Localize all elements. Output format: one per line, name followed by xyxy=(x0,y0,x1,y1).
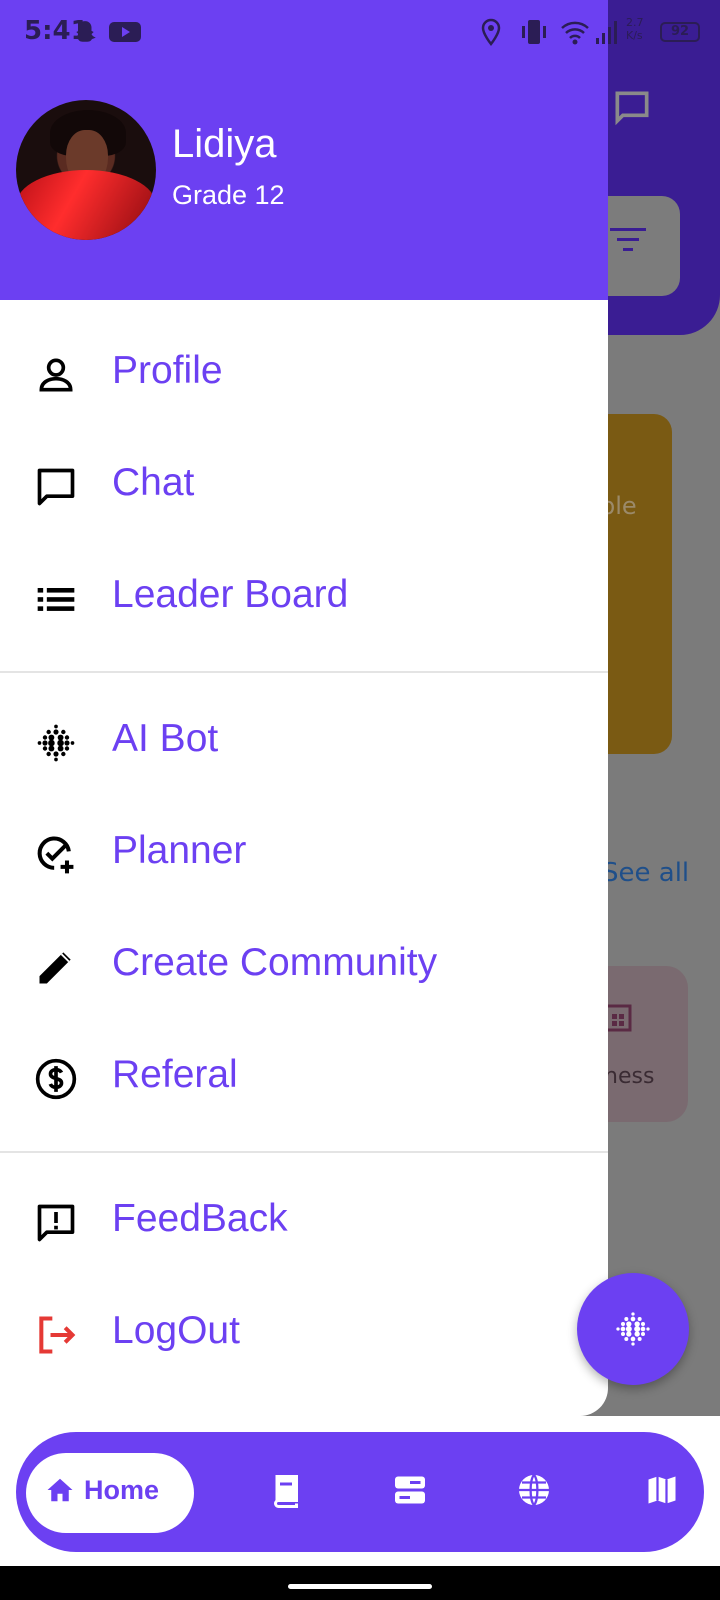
gesture-handle[interactable] xyxy=(288,1584,432,1589)
menu-item-ai-bot[interactable]: AI Bot xyxy=(0,691,608,791)
vibrate-icon xyxy=(522,20,546,44)
menu-item-label: LogOut xyxy=(112,1309,240,1352)
menu-item-feedback[interactable]: FeedBack xyxy=(0,1171,608,1271)
feedback-icon xyxy=(37,1204,75,1242)
home-icon xyxy=(47,1478,73,1502)
menu-item-label: FeedBack xyxy=(112,1197,288,1240)
youtube-icon xyxy=(109,22,141,42)
book-icon[interactable] xyxy=(268,1472,304,1508)
menu-item-label: Profile xyxy=(112,349,223,392)
menu-item-create-community[interactable]: Create Community xyxy=(0,915,608,1015)
nav-home-label: Home xyxy=(84,1475,160,1505)
menu-item-leader-board[interactable]: Leader Board xyxy=(0,547,608,647)
filter-icon xyxy=(610,228,646,251)
person-icon xyxy=(39,358,73,392)
status-bar: 5:41 2.7 K/s 92 xyxy=(0,0,720,64)
dollar-icon xyxy=(35,1058,77,1100)
menu-item-label: Create Community xyxy=(112,941,438,984)
menu-item-profile[interactable]: Profile xyxy=(0,323,608,423)
map-icon[interactable] xyxy=(644,1472,680,1508)
list-icon xyxy=(37,588,75,611)
menu-item-label: Leader Board xyxy=(112,573,349,616)
navigation-drawer: Lidiya Grade 12 Profile Chat Leader Boar… xyxy=(0,0,608,1416)
divider xyxy=(0,1151,608,1153)
snapchat-icon xyxy=(74,21,96,42)
chat-icon xyxy=(615,91,649,126)
ai-bot-fab[interactable] xyxy=(577,1273,689,1385)
user-name: Lidiya xyxy=(172,122,277,166)
menu-item-chat[interactable]: Chat xyxy=(0,435,608,535)
gesture-bar xyxy=(0,1566,720,1600)
category-card-label: ness xyxy=(604,1064,655,1089)
user-grade: Grade 12 xyxy=(172,180,285,210)
chat-icon xyxy=(37,468,75,506)
logout-icon xyxy=(39,1316,76,1354)
storage-icon[interactable] xyxy=(392,1472,428,1508)
divider xyxy=(0,671,608,673)
network-speed: 2.7 K/s xyxy=(626,16,644,42)
see-all-link: See all xyxy=(602,858,690,888)
calendar-icon xyxy=(604,1004,632,1032)
menu-item-label: Referal xyxy=(112,1053,238,1096)
ai-bot-icon xyxy=(37,724,75,762)
pencil-icon xyxy=(39,952,71,984)
menu-item-planner[interactable]: Planner xyxy=(0,803,608,903)
avatar[interactable] xyxy=(16,100,156,240)
globe-icon[interactable] xyxy=(516,1472,552,1508)
menu-item-logout[interactable]: LogOut xyxy=(0,1283,608,1383)
wifi-icon xyxy=(561,21,589,45)
signal-icon xyxy=(596,21,617,44)
nav-home[interactable]: Home xyxy=(26,1453,194,1533)
menu-item-label: Planner xyxy=(112,829,247,872)
battery-icon: 92 xyxy=(660,22,700,42)
menu-item-label: Chat xyxy=(112,461,195,504)
menu-item-referal[interactable]: Referal xyxy=(0,1027,608,1127)
location-icon xyxy=(481,18,501,46)
ai-bot-icon xyxy=(616,1312,650,1346)
planner-icon xyxy=(37,836,74,874)
menu-item-label: AI Bot xyxy=(112,717,219,760)
